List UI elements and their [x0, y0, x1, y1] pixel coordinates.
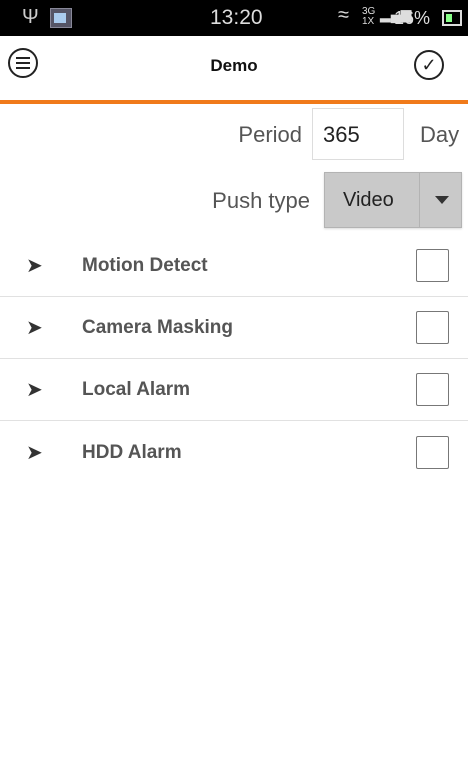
- status-time: 13:20: [210, 6, 263, 29]
- camera-masking-checkbox[interactable]: [416, 311, 449, 344]
- period-label: Period: [238, 122, 302, 147]
- local-alarm-checkbox[interactable]: [416, 373, 449, 406]
- chevron-right-icon[interactable]: ➤: [26, 377, 43, 402]
- list-item-motion-detect[interactable]: ➤ Motion Detect: [0, 235, 468, 297]
- list-item-label: Local Alarm: [82, 379, 191, 400]
- chevron-right-icon[interactable]: ➤: [26, 440, 43, 465]
- push-type-select[interactable]: Video: [324, 172, 462, 228]
- network-type: 3G 1X: [362, 6, 376, 27]
- push-type-value: Video: [343, 189, 394, 211]
- battery-icon: [442, 10, 462, 26]
- status-bar: Ψ 13:20 ≈ 3G 1X ▂▄▆ 16%: [0, 0, 468, 36]
- hdd-alarm-checkbox[interactable]: [416, 436, 449, 469]
- chevron-right-icon[interactable]: ➤: [26, 315, 43, 340]
- motion-detect-checkbox[interactable]: [416, 249, 449, 282]
- period-input[interactable]: 365: [312, 108, 404, 160]
- period-unit: Day: [420, 122, 460, 147]
- divider: [0, 420, 468, 421]
- list-item-local-alarm[interactable]: ➤ Local Alarm: [0, 359, 468, 421]
- list-item-label: Motion Detect: [82, 255, 208, 276]
- battery-percent: 16%: [394, 8, 431, 28]
- chevron-right-icon[interactable]: ➤: [26, 253, 43, 278]
- list-item-label: Camera Masking: [82, 317, 234, 338]
- usb-icon: Ψ: [22, 6, 39, 28]
- header-divider: [0, 100, 468, 104]
- list-item-label: HDD Alarm: [82, 442, 182, 463]
- dropdown-arrow-icon[interactable]: [419, 173, 464, 227]
- check-icon[interactable]: ✓: [414, 50, 444, 80]
- image-icon: [50, 8, 72, 28]
- push-type-label: Push type: [212, 188, 310, 213]
- wifi-icon: ≈: [338, 4, 349, 26]
- page-title: Demo: [210, 56, 258, 75]
- list-item-camera-masking[interactable]: ➤ Camera Masking: [0, 297, 468, 359]
- list-item-hdd-alarm[interactable]: ➤ HDD Alarm: [0, 422, 468, 484]
